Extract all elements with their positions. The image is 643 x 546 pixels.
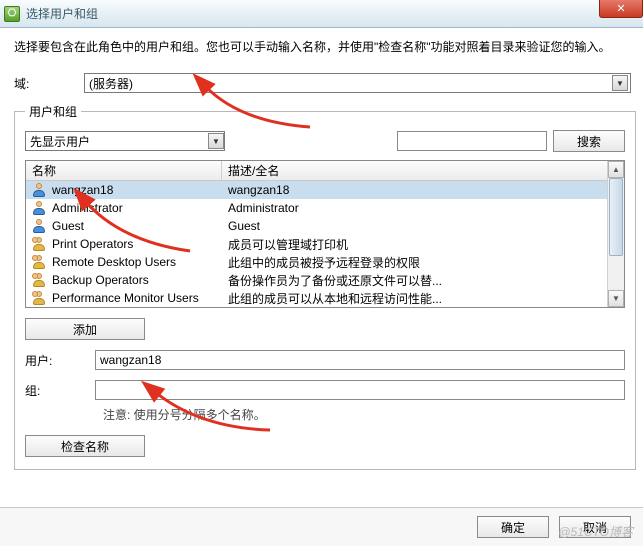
user-icon <box>32 201 46 215</box>
close-button[interactable]: ✕ <box>599 0 643 18</box>
table-row[interactable]: Print Operators 成员可以管理域打印机 <box>26 235 607 253</box>
search-input[interactable] <box>397 131 547 151</box>
show-first-value: 先显示用户 <box>30 133 90 150</box>
check-names-button[interactable]: 检查名称 <box>25 435 145 457</box>
row-desc: 此组中的成员被授予远程登录的权限 <box>222 254 607 271</box>
scrollbar-vertical[interactable]: ▲ ▼ <box>607 161 624 307</box>
check-names-label: 检查名称 <box>61 438 109 455</box>
row-desc: 此组的成员可以从本地和远程访问性能... <box>222 290 607 307</box>
row-desc: Guest <box>222 219 607 233</box>
table-row[interactable]: Performance Monitor Users 此组的成员可以从本地和远程访问… <box>26 289 607 307</box>
add-button[interactable]: 添加 <box>25 318 145 340</box>
scroll-track[interactable] <box>608 178 624 290</box>
group-label: 组: <box>25 382 95 399</box>
ok-button[interactable]: 确定 <box>477 516 549 538</box>
row-desc: wangzan18 <box>222 183 607 197</box>
app-icon: ⎔ <box>4 6 20 22</box>
group-icon <box>32 255 46 269</box>
chevron-down-icon: ▼ <box>208 133 224 149</box>
row-name: Remote Desktop Users <box>52 255 176 269</box>
dialog-footer: 确定 取消 <box>0 507 643 546</box>
domain-select[interactable]: (服务器) ▼ <box>84 73 631 93</box>
watermark: @51CTO博客 <box>558 523 633 540</box>
domain-value: (服务器) <box>89 75 133 92</box>
user-icon <box>32 219 46 233</box>
row-desc: Administrator <box>222 201 607 215</box>
add-button-label: 添加 <box>73 321 97 338</box>
close-icon: ✕ <box>616 2 625 15</box>
users-groups-fieldset: 用户和组 先显示用户 ▼ 搜索 名称 描述/全名 wangzan18wangza… <box>14 103 636 470</box>
row-name: Print Operators <box>52 237 133 251</box>
scroll-thumb[interactable] <box>609 178 623 256</box>
show-first-select[interactable]: 先显示用户 ▼ <box>25 131 225 151</box>
ok-button-label: 确定 <box>501 519 525 536</box>
group-input[interactable] <box>95 380 625 400</box>
user-label: 用户: <box>25 352 95 369</box>
scroll-down-icon[interactable]: ▼ <box>608 290 624 307</box>
row-name: Guest <box>52 219 84 233</box>
user-input[interactable]: wangzan18 <box>95 350 625 370</box>
instruction-text: 选择要包含在此角色中的用户和组。您也可以手动输入名称，并使用"检查名称"功能对照… <box>14 38 631 55</box>
group-icon <box>32 273 46 287</box>
search-button-label: 搜索 <box>577 133 601 150</box>
group-icon <box>32 291 46 305</box>
table-row[interactable]: Backup Operators 备份操作员为了备份或还原文件可以替... <box>26 271 607 289</box>
column-desc[interactable]: 描述/全名 <box>222 161 607 180</box>
domain-label: 域: <box>14 75 84 92</box>
table-row[interactable]: Remote Desktop Users 此组中的成员被授予远程登录的权限 <box>26 253 607 271</box>
user-input-value: wangzan18 <box>100 353 161 367</box>
title-bar: ⎔ 选择用户和组 ✕ <box>0 0 643 28</box>
fieldset-legend: 用户和组 <box>25 103 81 120</box>
users-list: 名称 描述/全名 wangzan18 wangzan18 Administrator… <box>25 160 625 308</box>
column-name[interactable]: 名称 <box>26 161 222 180</box>
scroll-up-icon[interactable]: ▲ <box>608 161 624 178</box>
row-name: Administrator <box>52 201 123 215</box>
hint-text: 注意: 使用分号分隔多个名称。 <box>103 406 625 423</box>
row-desc: 成员可以管理域打印机 <box>222 236 607 253</box>
row-name: wangzan18 <box>52 183 113 197</box>
row-desc: 备份操作员为了备份或还原文件可以替... <box>222 272 607 289</box>
list-header: 名称 描述/全名 <box>26 161 607 181</box>
group-icon <box>32 237 46 251</box>
row-name: Performance Monitor Users <box>52 291 199 305</box>
user-icon <box>32 183 46 197</box>
search-button[interactable]: 搜索 <box>553 130 625 152</box>
table-row[interactable]: Administrator Administrator <box>26 199 607 217</box>
table-row[interactable]: Guest Guest <box>26 217 607 235</box>
window-title: 选择用户和组 <box>26 5 98 22</box>
table-row[interactable]: wangzan18 wangzan18 <box>26 181 607 199</box>
chevron-down-icon: ▼ <box>612 75 628 91</box>
row-name: Backup Operators <box>52 273 149 287</box>
